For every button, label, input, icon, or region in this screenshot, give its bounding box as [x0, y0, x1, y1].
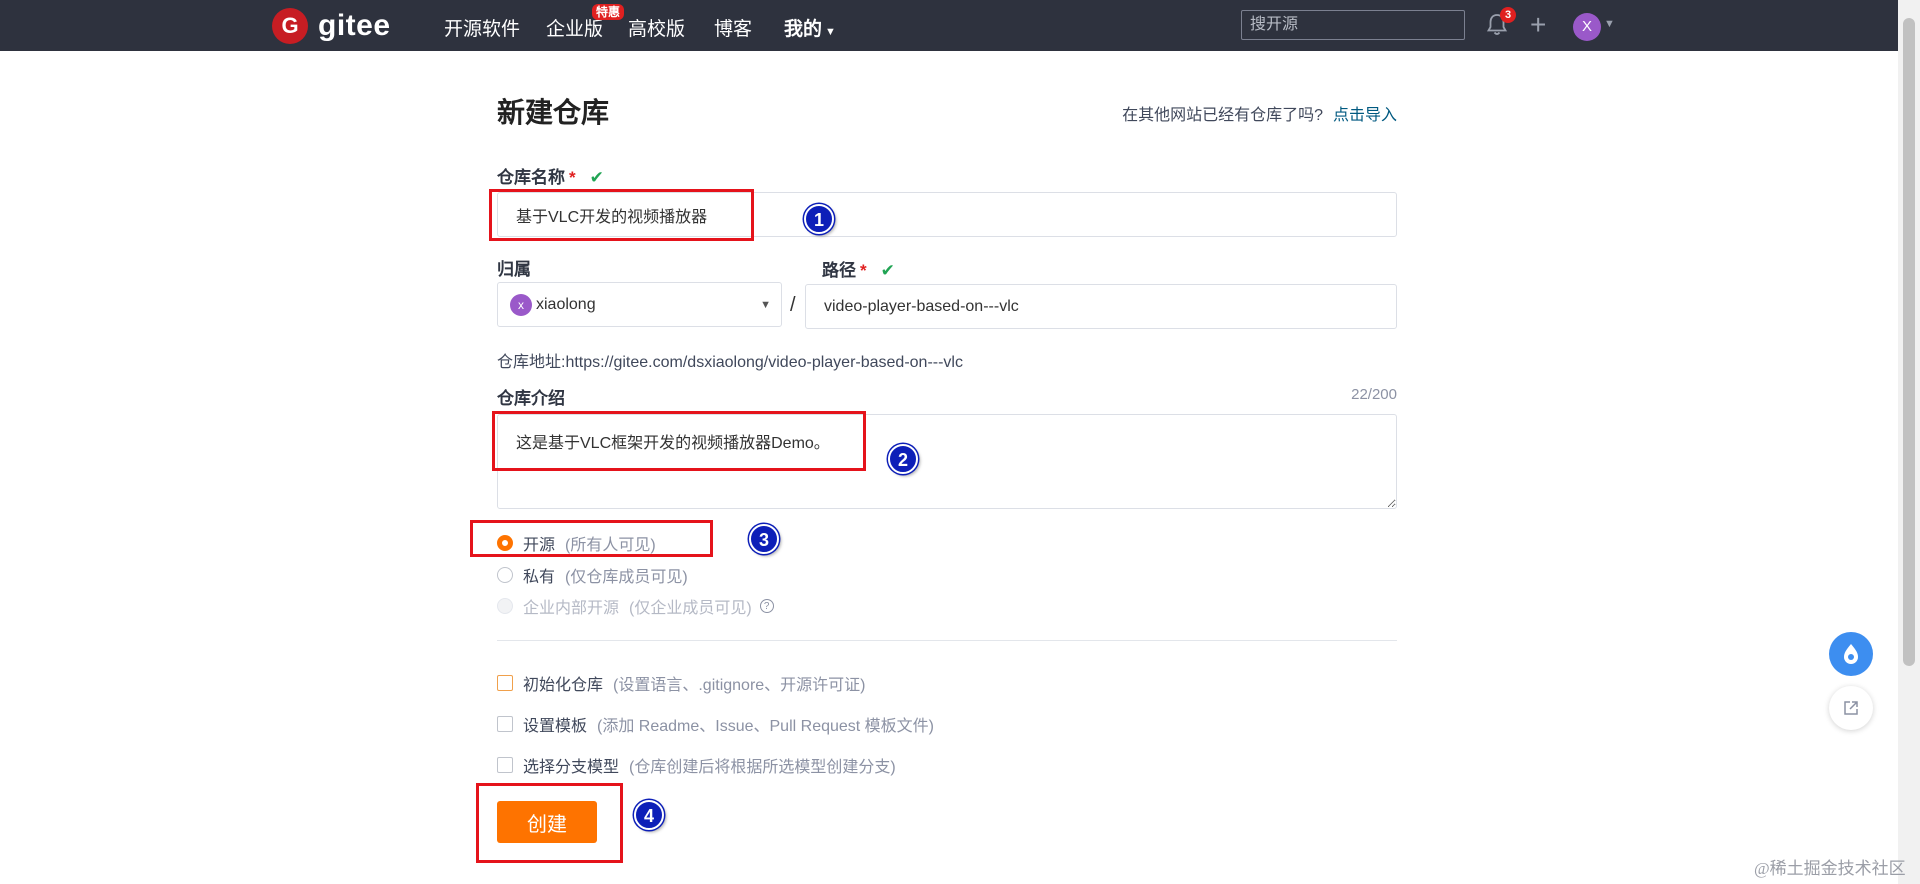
gitee-logo[interactable]: G gitee — [272, 8, 391, 44]
check-icon: ✔ — [880, 261, 895, 280]
repo-name-label-text: 仓库名称 — [497, 168, 565, 187]
path-label-text: 路径 — [822, 261, 856, 280]
nav-open-source[interactable]: 开源软件 — [444, 14, 520, 41]
annotation-number-1: 1 — [804, 204, 834, 234]
share-widget[interactable] — [1829, 686, 1873, 730]
share-external-icon — [1844, 701, 1858, 715]
required-mark: * — [860, 261, 867, 280]
plus-icon[interactable]: + — [1530, 11, 1546, 39]
visibility-private-label: 私有 — [523, 569, 556, 586]
page-title: 新建仓库 — [497, 97, 610, 128]
init-repo-option[interactable]: 初始化仓库 (设置语言、.gitignore、开源许可证) — [497, 671, 866, 695]
import-link[interactable]: 点击导入 — [1333, 107, 1397, 124]
scrollbar-thumb[interactable] — [1903, 18, 1915, 666]
repo-name-label: 仓库名称 * ✔ — [497, 163, 604, 188]
gitee-logo-icon: G — [272, 8, 308, 44]
branch-model-option[interactable]: 选择分支模型 (仓库创建后将根据所选模型创建分支) — [497, 753, 896, 777]
radio-unselected-icon[interactable] — [497, 567, 513, 583]
description-label: 仓库介绍 — [497, 389, 565, 408]
annotation-number-4: 4 — [634, 800, 664, 830]
branch-model-hint: (仓库创建后将根据所选模型创建分支) — [629, 759, 896, 776]
site-watermark: @稀土掘金技术社区 — [1754, 859, 1906, 878]
path-label: 路径 * ✔ — [822, 256, 895, 281]
branch-model-label: 选择分支模型 — [523, 759, 620, 776]
gitee-logo-text: gitee — [318, 9, 391, 42]
check-icon: ✔ — [589, 168, 604, 187]
visibility-enterprise-label: 企业内部开源 — [523, 600, 620, 617]
chevron-down-icon[interactable]: ▼ — [1604, 18, 1615, 30]
visibility-private-hint: (仅仓库成员可见) — [565, 569, 688, 586]
enterprise-promo-badge: 特惠 — [592, 4, 625, 20]
import-prompt: 在其他网站已经有仓库了吗? 点击导入 — [1122, 101, 1397, 125]
user-avatar[interactable]: X — [1573, 13, 1601, 41]
init-repo-hint: (设置语言、.gitignore、开源许可证) — [613, 677, 866, 694]
annotation-box-3 — [470, 520, 713, 557]
owner-avatar: x — [510, 293, 532, 316]
help-icon[interactable]: ? — [759, 599, 774, 613]
repo-address-value: https://gitee.com/dsxiaolong/video-playe… — [565, 354, 963, 371]
init-repo-label: 初始化仓库 — [523, 677, 604, 694]
required-mark: * — [569, 168, 576, 187]
owner-select[interactable]: x xiaolong ▼ — [497, 282, 782, 327]
top-navbar: G gitee 开源软件 企业版 特惠 高校版 博客 我的▼ 3 + X ▼ — [0, 0, 1898, 51]
repo-address: 仓库地址:https://gitee.com/dsxiaolong/video-… — [497, 348, 963, 372]
description-char-counter: 22/200 — [1351, 386, 1397, 403]
radio-disabled-icon — [497, 598, 513, 614]
page-scrollbar[interactable] — [1898, 0, 1920, 884]
nav-mine-label: 我的 — [784, 19, 823, 40]
template-label: 设置模板 — [523, 718, 588, 735]
owner-label: 归属 — [497, 260, 531, 279]
checkbox-icon[interactable] — [497, 757, 513, 773]
annotation-box-4 — [476, 783, 623, 863]
search-input[interactable] — [1241, 10, 1465, 40]
path-separator: / — [790, 294, 796, 316]
visibility-private-option[interactable]: 私有 (仅仓库成员可见) — [497, 563, 688, 587]
visibility-enterprise-option: 企业内部开源 (仅企业成员可见) ? — [497, 594, 774, 618]
template-option[interactable]: 设置模板 (添加 Readme、Issue、Pull Request 模板文件) — [497, 712, 934, 736]
checkbox-icon[interactable] — [497, 675, 513, 691]
nav-university[interactable]: 高校版 — [628, 14, 685, 41]
template-hint: (添加 Readme、Issue、Pull Request 模板文件) — [597, 718, 935, 735]
path-input[interactable] — [805, 284, 1397, 329]
assistant-drop-icon — [1844, 644, 1858, 664]
annotation-number-3: 3 — [749, 524, 779, 554]
chevron-down-icon: ▼ — [760, 299, 771, 311]
notification-count-badge: 3 — [1500, 7, 1516, 23]
nav-blog[interactable]: 博客 — [714, 14, 752, 41]
owner-select-value: xiaolong — [536, 295, 596, 313]
annotation-number-2: 2 — [888, 444, 918, 474]
repo-address-label: 仓库地址: — [497, 354, 566, 371]
import-prompt-text: 在其他网站已经有仓库了吗? — [1122, 107, 1323, 124]
annotation-box-2 — [492, 411, 866, 471]
nav-mine[interactable]: 我的 ▼ — [784, 14, 836, 41]
section-divider — [497, 640, 1397, 641]
annotation-box-1 — [489, 189, 754, 241]
chevron-down-icon: ▼ — [825, 26, 836, 38]
assistant-widget[interactable] — [1829, 632, 1873, 676]
visibility-enterprise-hint: (仅企业成员可见) — [629, 600, 752, 617]
checkbox-icon[interactable] — [497, 716, 513, 732]
